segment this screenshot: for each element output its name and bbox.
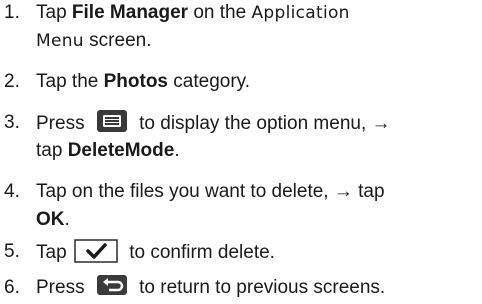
- step-text: on the: [188, 2, 252, 23]
- step-text: .: [64, 209, 70, 230]
- step-text: to display the option menu, →: [133, 113, 391, 135]
- step-number: 1.: [4, 2, 20, 23]
- screen-name: Menu: [36, 31, 84, 51]
- step-number: 2.: [4, 71, 20, 92]
- instruction-list: 1. Tap File Manager on the Application M…: [0, 0, 482, 304]
- step-text: to return to previous screens.: [133, 277, 386, 299]
- step-text: Tap: [36, 2, 72, 23]
- checkmark-button-icon: [74, 239, 118, 263]
- step-text: Press: [36, 277, 90, 299]
- back-key-icon: [96, 274, 128, 296]
- step-number: 4.: [4, 181, 20, 202]
- step-text: Press: [36, 113, 90, 135]
- step-number: 3.: [4, 112, 20, 133]
- step-text: .: [174, 140, 180, 161]
- step-number: 6.: [4, 277, 20, 298]
- step-number: 5.: [4, 241, 20, 262]
- ok-label: OK: [36, 209, 65, 230]
- screen-name: Application: [251, 3, 350, 23]
- step-text: to confirm delete.: [123, 242, 275, 264]
- mode-name: DeleteMode: [67, 140, 175, 161]
- app-name: File Manager: [71, 2, 189, 23]
- step-text: Tap on the files you want to delete, → t…: [36, 181, 385, 202]
- step-text: Tap the: [36, 71, 104, 92]
- menu-key-icon: [96, 109, 128, 133]
- step-text: category.: [168, 71, 251, 92]
- step-text: Tap: [36, 242, 72, 264]
- step-text: tap: [36, 140, 68, 161]
- step-text: screen.: [83, 30, 152, 51]
- category-name: Photos: [103, 71, 168, 92]
